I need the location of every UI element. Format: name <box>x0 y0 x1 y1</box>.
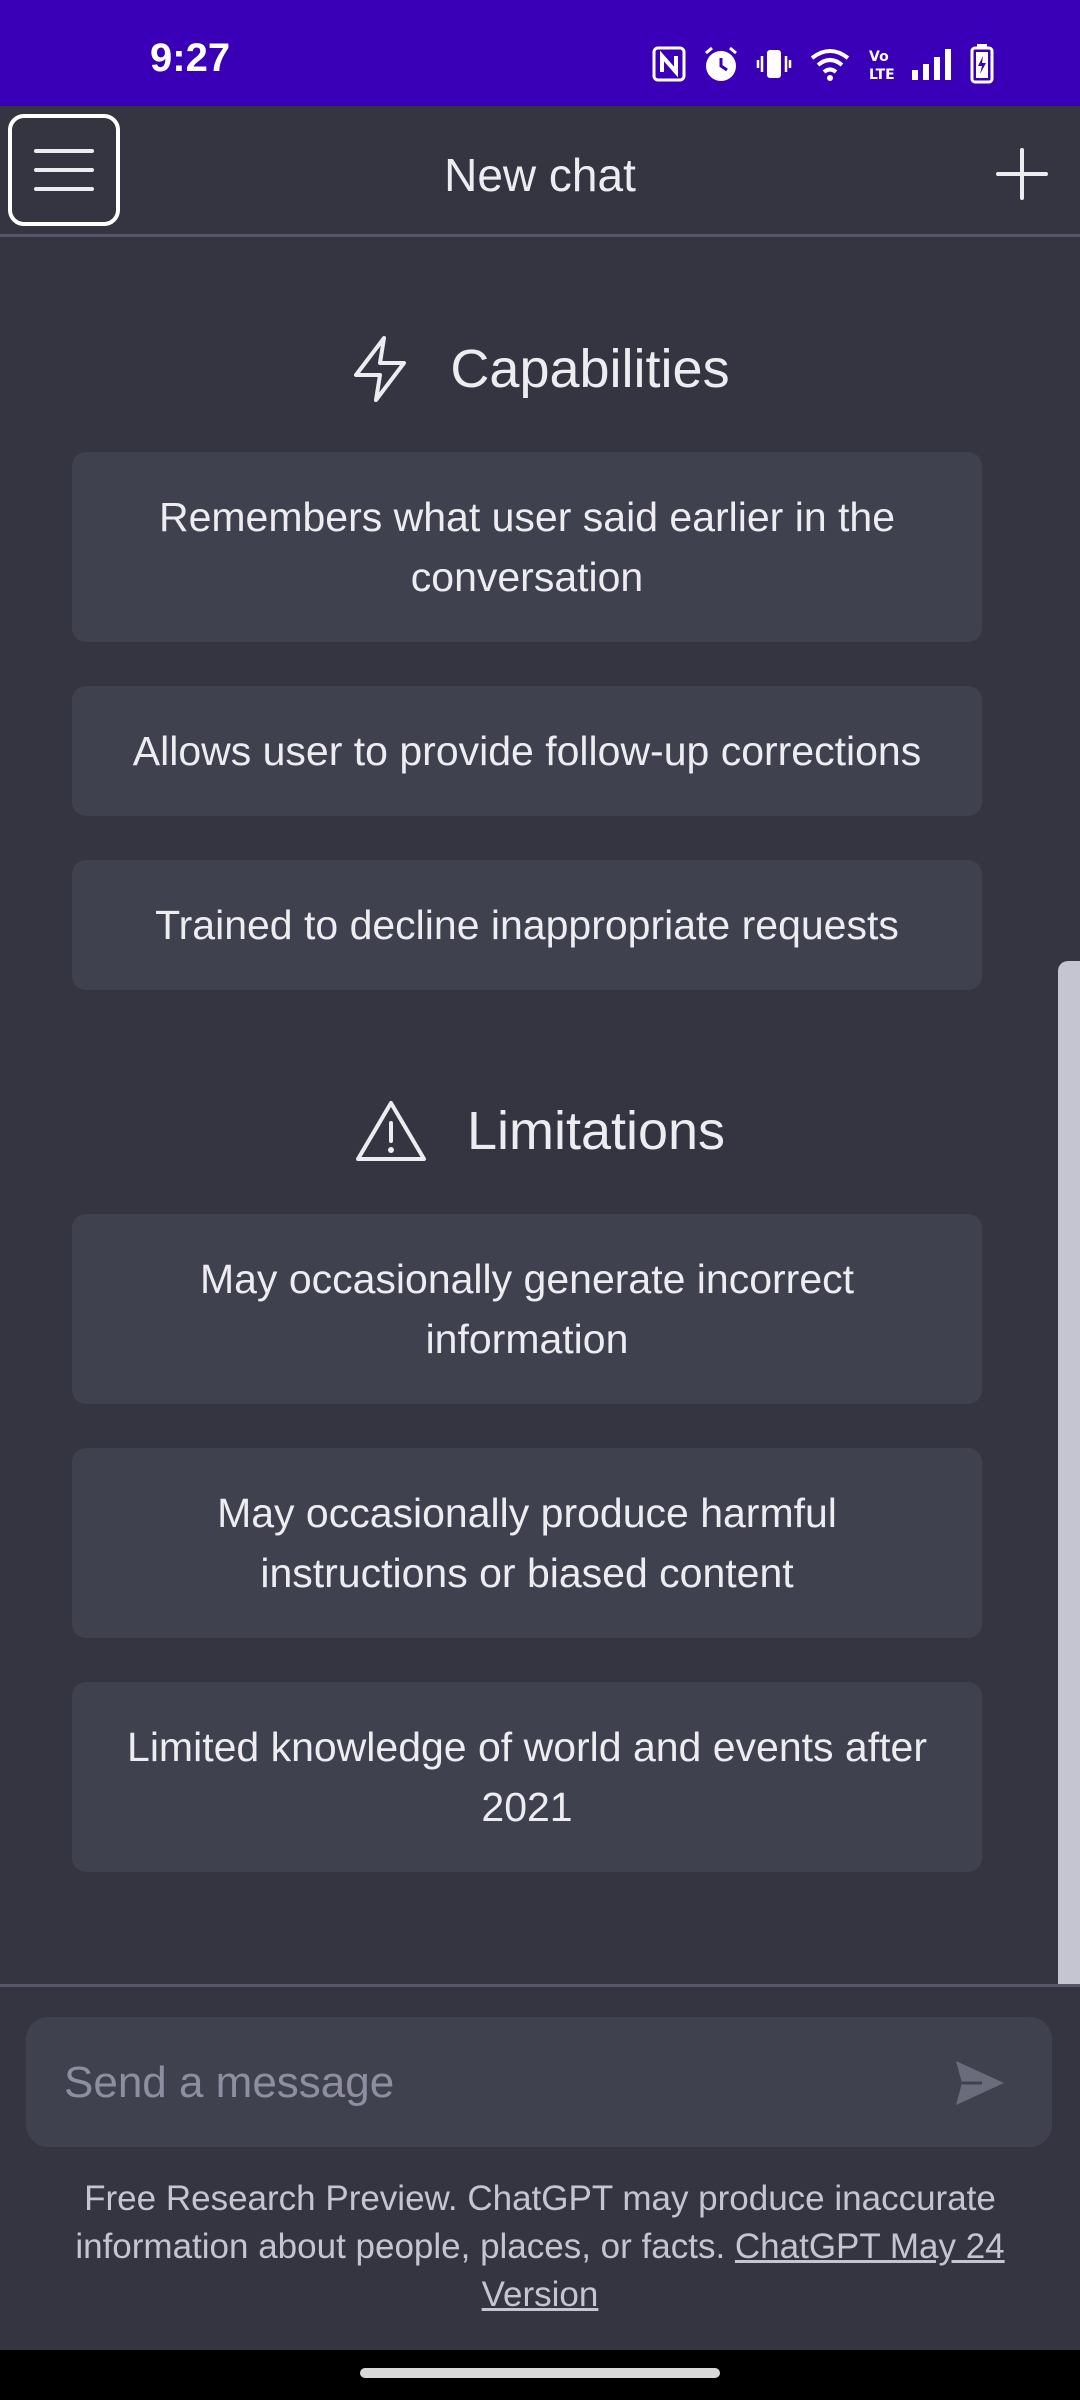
capability-card[interactable]: Trained to decline inappropriate request… <box>72 860 982 990</box>
status-bar: 9:27 Vo LTE <box>0 0 1080 106</box>
capability-text: Trained to decline inappropriate request… <box>155 902 899 948</box>
capabilities-heading: Capabilities <box>0 329 1080 409</box>
warning-triangle-icon <box>355 1101 426 1161</box>
limitation-card[interactable]: May occasionally generate incorrect info… <box>72 1214 982 1404</box>
signal-icon <box>912 49 951 80</box>
status-icons: Vo LTE <box>652 44 994 84</box>
wifi-icon <box>810 49 850 81</box>
vibrate-icon <box>756 50 792 78</box>
message-input[interactable] <box>62 2017 946 2149</box>
app-header: New chat <box>0 106 1080 237</box>
limitations-title: Limitations <box>466 1101 726 1161</box>
limitation-text: Limited knowledge of world and events af… <box>127 1724 927 1830</box>
home-indicator[interactable] <box>360 2368 720 2378</box>
system-nav-bar <box>0 2350 1080 2400</box>
limitation-text: May occasionally produce harmful instruc… <box>217 1490 837 1596</box>
send-icon <box>956 2061 1004 2105</box>
capability-text: Remembers what user said earlier in the … <box>158 494 896 600</box>
limitation-card[interactable]: Limited knowledge of world and events af… <box>72 1682 982 1872</box>
lightning-icon <box>354 336 407 402</box>
capability-card[interactable]: Remembers what user said earlier in the … <box>72 452 982 642</box>
page-title: New chat <box>444 149 636 201</box>
volte-icon: Vo LTE <box>869 49 894 82</box>
capability-text: Allows user to provide follow-up correct… <box>132 728 922 774</box>
limitations-heading: Limitations <box>0 1091 1080 1171</box>
disclaimer: Free Research Preview. ChatGPT may produ… <box>40 2175 1040 2319</box>
send-button[interactable] <box>952 2055 1008 2111</box>
plus-icon <box>996 148 1048 200</box>
alarm-icon <box>705 46 737 81</box>
message-box <box>26 2017 1052 2149</box>
capability-card[interactable]: Allows user to provide follow-up correct… <box>72 686 982 816</box>
limitation-card[interactable]: May occasionally produce harmful instruc… <box>72 1448 982 1638</box>
battery-icon <box>970 44 994 84</box>
limitation-text: May occasionally generate incorrect info… <box>199 1256 855 1362</box>
status-time: 9:27 <box>150 36 231 80</box>
capabilities-title: Capabilities <box>450 339 730 399</box>
scrollbar[interactable] <box>1058 961 1080 1985</box>
svg-text:LTE: LTE <box>869 67 894 82</box>
new-chat-button[interactable] <box>994 146 1050 202</box>
svg-text:Vo: Vo <box>869 49 889 65</box>
chat-intro: Capabilities Remembers what user said ea… <box>0 237 1080 1985</box>
composer-area: Free Research Preview. ChatGPT may produ… <box>0 1984 1080 2353</box>
nfc-icon <box>652 46 686 82</box>
